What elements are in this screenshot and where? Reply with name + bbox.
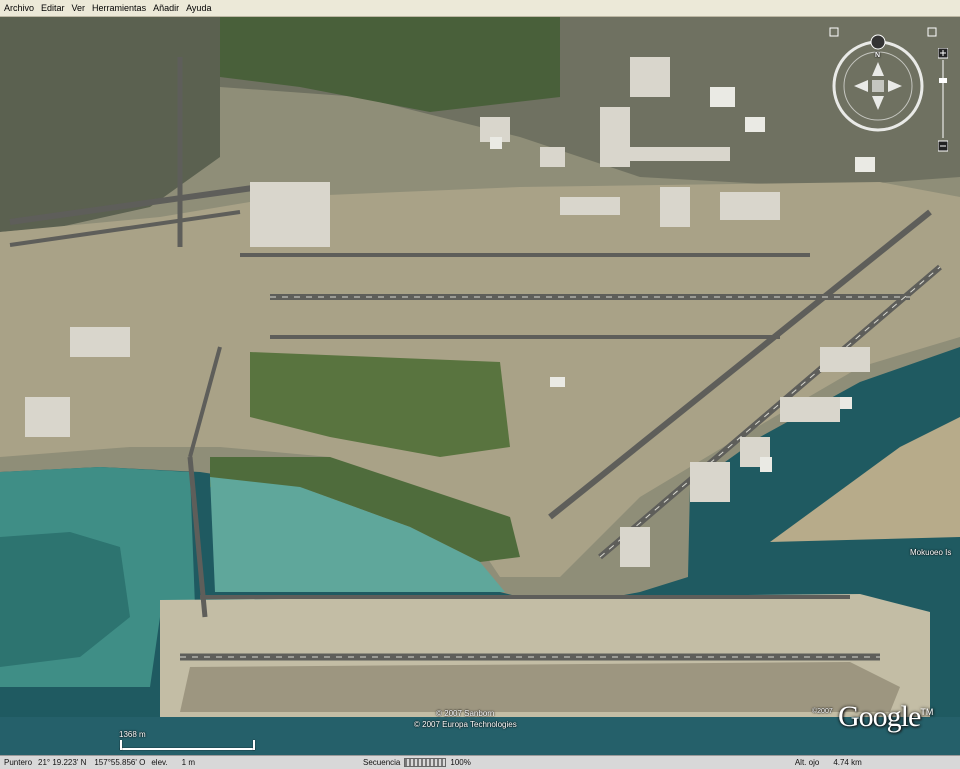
copyright-europa: © 2007 Europa Technologies [414, 720, 517, 729]
scale-bar [120, 738, 255, 750]
menu-bar: Archivo Editar Ver Herramientas Añadir A… [0, 0, 960, 17]
zoom-slider[interactable] [937, 47, 949, 152]
google-logo: GoogleTM [838, 700, 934, 733]
eye-alt-label: Alt. ojo [794, 758, 820, 767]
menu-anadir[interactable]: Añadir [149, 3, 182, 13]
streaming-label: Secuencia [363, 758, 401, 767]
menu-ayuda[interactable]: Ayuda [182, 3, 214, 13]
satellite-imagery [0, 17, 960, 755]
streaming-percent: 100% [450, 758, 471, 767]
pan-left-icon[interactable] [854, 80, 868, 92]
elevation-label: elev. [151, 758, 168, 767]
menu-ver[interactable]: Ver [68, 3, 89, 13]
menu-editar[interactable]: Editar [37, 3, 68, 13]
menu-archivo[interactable]: Archivo [0, 3, 37, 13]
pointer-label: Puntero [4, 758, 33, 767]
north-label: N [875, 52, 881, 59]
google-copyright-year: ©2007 [812, 708, 833, 715]
longitude-value: 157°55.856' O [94, 758, 146, 767]
status-bar: Puntero 21° 19.223' N 157°55.856' O elev… [0, 755, 960, 769]
map-view[interactable] [0, 17, 960, 755]
latitude-value: 21° 19.223' N [38, 758, 87, 767]
pan-right-icon[interactable] [888, 80, 902, 92]
menu-herramientas[interactable]: Herramientas [88, 3, 149, 13]
pan-down-icon[interactable] [872, 96, 884, 110]
scale-label: 1368 m [119, 730, 146, 739]
place-label: Mokuoeo Is [910, 548, 952, 557]
streaming-progress [404, 758, 447, 767]
copyright-sanborn: © 2007 Sanborn [436, 709, 495, 718]
pan-up-icon[interactable] [872, 62, 884, 76]
elevation-value: 1 m [181, 758, 196, 767]
eye-alt-value: 4.74 km [833, 758, 862, 767]
